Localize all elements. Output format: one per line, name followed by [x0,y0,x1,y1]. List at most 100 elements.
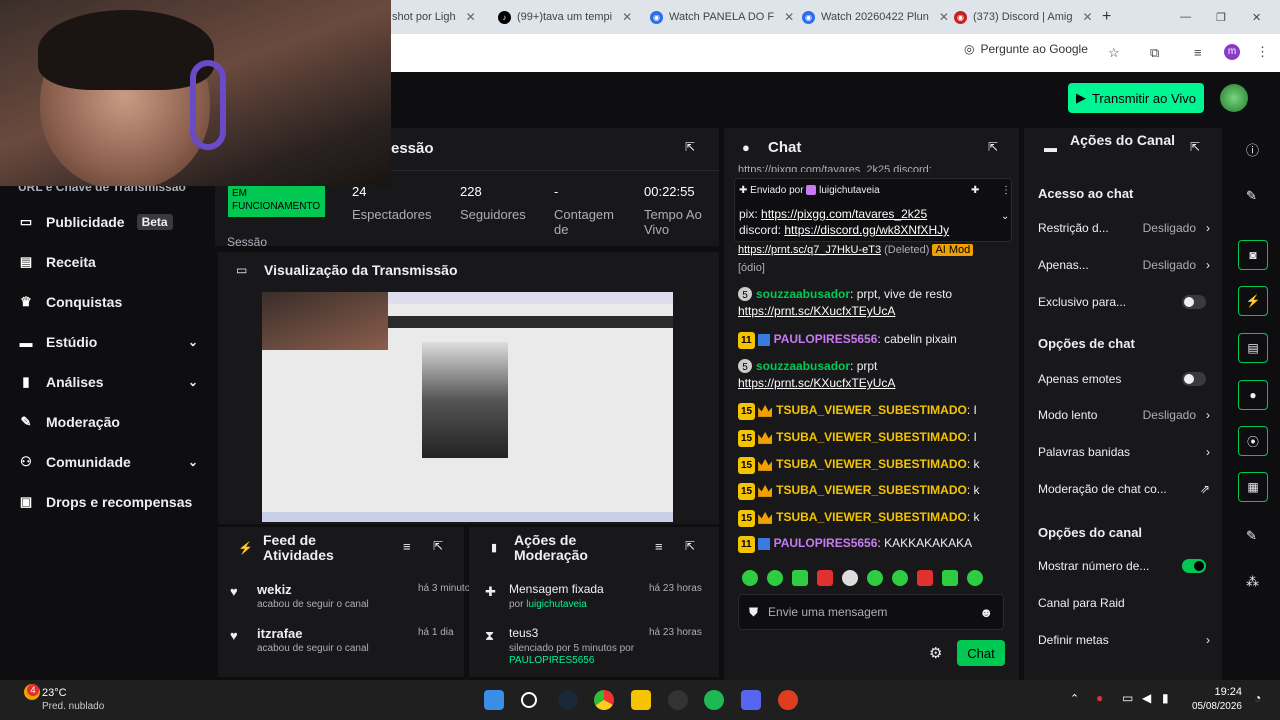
wrench-icon[interactable]: ✎ [1246,528,1257,544]
chat-bubble-icon[interactable]: ● [1238,380,1268,410]
steam-icon[interactable] [558,690,578,710]
bolt-icon[interactable]: ⚡ [1238,286,1268,316]
emote-icon[interactable] [767,570,783,586]
palavras-row[interactable]: Palavras banidas › [1038,445,1210,459]
kebab-icon[interactable]: ⋮ [1001,185,1011,196]
sidebar-item-receita[interactable]: ▤ Receita [18,254,198,270]
emoji-icon[interactable]: ☻ [979,605,993,620]
sidebar-item-comunidade[interactable]: ⚇ Comunidade ⌄ [18,454,198,470]
folder-icon[interactable] [631,690,651,710]
volume-icon[interactable]: ◀ [1142,691,1151,705]
document-icon: ▮ [491,542,498,554]
close-icon[interactable]: ✕ [622,10,632,24]
document-icon[interactable]: ▤ [1238,333,1268,363]
sidebar-item-drops[interactable]: ▣ Drops e recompensas [18,494,198,510]
metas-row[interactable]: Definir metas › [1038,633,1210,647]
emote-icon[interactable] [792,570,808,586]
network-icon[interactable]: ▭ [1122,691,1133,705]
broadcast-icon[interactable]: ⦿ [1238,426,1268,456]
profile-avatar[interactable]: m [1224,44,1240,60]
emote-icon[interactable] [742,570,758,586]
emote-icon[interactable] [817,570,833,586]
browser-tab[interactable]: ◉ Watch PANELA DO F ✕ [650,6,794,28]
pinned-message[interactable]: ✚ Enviado por luigichutaveia ✚ ⋮ pix: ht… [734,178,1012,242]
notification-icon[interactable]: ◔ [1254,691,1261,705]
chevron-down-icon[interactable]: ⌄ [1001,211,1009,222]
browser-tab[interactable]: shot por Ligh ✕ [392,6,476,28]
go-live-button[interactable]: ▶ Transmitir ao Vivo [1068,83,1204,113]
popout-icon[interactable]: ⇱ [1190,140,1200,154]
moderacao-row[interactable]: Moderação de chat co... ⇗ [1038,482,1210,496]
browser-tab[interactable]: ◉ Watch 20260422 Plun ✕ [802,6,949,28]
maximize-icon[interactable]: ❐ [1216,6,1226,28]
raid-row[interactable]: Canal para Raid [1038,596,1210,610]
reading-list-icon[interactable]: ≡ [1194,45,1202,60]
gear-icon[interactable]: ⚙ [929,644,942,662]
menu-icon[interactable]: ⋮ [1256,44,1269,60]
weather-temp[interactable]: 23°C [42,687,67,699]
emote-icon[interactable] [892,570,908,586]
sidebar-item-publicidade[interactable]: ▭ Publicidade Beta [18,214,198,230]
star-icon[interactable]: ☆ [1108,45,1120,61]
popout-icon[interactable]: ⇱ [433,539,443,553]
obs-icon[interactable] [668,690,688,710]
battery-icon[interactable]: ▮ [1162,691,1169,705]
restricao-row[interactable]: Restrição d... Desligado › [1038,221,1210,235]
close-icon[interactable]: ✕ [466,10,476,24]
stream-preview-video[interactable] [262,292,673,522]
app-icon[interactable] [778,690,798,710]
emotes-toggle[interactable] [1182,372,1206,386]
emote-icon[interactable] [842,570,858,586]
microphone-icon[interactable]: ● [1096,691,1103,705]
sidebar-item-analises[interactable]: ▮ Análises ⌄ [18,374,198,390]
kick-icon: ▶ [1075,90,1086,105]
filter-icon[interactable]: ≡ [403,539,411,554]
spotify-icon[interactable] [704,690,724,710]
chevron-up-icon[interactable]: ⌃ [1070,692,1079,705]
chat-input[interactable]: ⛊ Envie uma mensagem ☻ [738,594,1004,630]
browser-tab[interactable]: ◉ (373) Discord | Amig ✕ [954,6,1093,28]
unpin-icon[interactable]: ✚ [971,185,979,196]
feed-title: Feed de Atividades [263,532,334,563]
close-icon[interactable]: ✕ [1082,10,1092,24]
pencil-icon[interactable]: ✎ [1246,188,1257,204]
popout-icon[interactable]: ⇱ [988,140,998,154]
modo-lento-row[interactable]: Modo lento Desligado › [1038,408,1210,422]
info-icon[interactable]: ⓘ [1246,140,1259,159]
clock-time[interactable]: 19:24 [1190,686,1242,698]
browser-icon: ◉ [650,10,663,24]
ask-google-button[interactable]: ◎ Pergunte ao Google [964,42,1088,56]
new-tab-button[interactable]: + [1102,6,1111,28]
sidebar-item-moderacao[interactable]: ✎ Moderação [18,414,198,430]
apenas-row[interactable]: Apenas... Desligado › [1038,258,1210,272]
avatar[interactable] [1220,84,1248,112]
popout-icon[interactable]: ⇱ [685,539,695,553]
emote-icon[interactable] [867,570,883,586]
apps-icon[interactable]: ⁂ [1246,574,1259,590]
preview-icon: ▭ [236,263,248,277]
exclusivo-toggle[interactable] [1182,295,1206,309]
popout-icon[interactable]: ⇱ [685,140,695,154]
search-icon[interactable] [521,692,537,708]
camera-icon[interactable]: ◙ [1238,240,1268,270]
minimize-icon[interactable]: — [1180,6,1191,28]
sidebar-item-estudio[interactable]: ▬ Estúdio ⌄ [18,334,199,350]
close-window-icon[interactable]: ✕ [1252,6,1261,28]
sidebar-item-conquistas[interactable]: ♛ Conquistas [18,294,198,310]
mod-title: Ações de Moderação [514,532,588,563]
close-icon[interactable]: ✕ [939,10,949,24]
chrome-icon[interactable] [594,690,614,710]
mostrar-toggle[interactable] [1182,559,1206,573]
extensions-icon[interactable]: ⧉ [1150,45,1159,61]
emote-icon[interactable] [942,570,958,586]
browser-tab[interactable]: ♪ (99+)tava um tempi ✕ [498,6,632,28]
emote-icon[interactable] [917,570,933,586]
filter-icon[interactable]: ≡ [655,539,663,554]
layout-icon[interactable]: ▦ [1238,472,1268,502]
close-icon[interactable]: ✕ [784,10,794,24]
send-chat-button[interactable]: Chat [957,640,1005,666]
windows-start-icon[interactable] [484,690,504,710]
emote-icon[interactable] [967,570,983,586]
preview-photo [422,342,508,458]
discord-icon[interactable] [741,690,761,710]
